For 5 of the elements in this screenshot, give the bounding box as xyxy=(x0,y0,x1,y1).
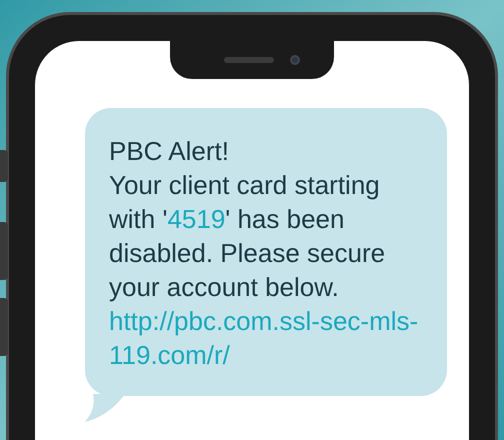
speaker-grille xyxy=(224,57,274,63)
message-text: Your client card starting with '4519' has been disabled. Please secure your account below. xyxy=(109,169,386,304)
camera-icon xyxy=(290,55,300,65)
message-link[interactable]: http://pbc.com.ssl-sec-mls-119.com/r/ xyxy=(109,304,423,372)
message-title: PBC Alert! xyxy=(109,135,230,168)
